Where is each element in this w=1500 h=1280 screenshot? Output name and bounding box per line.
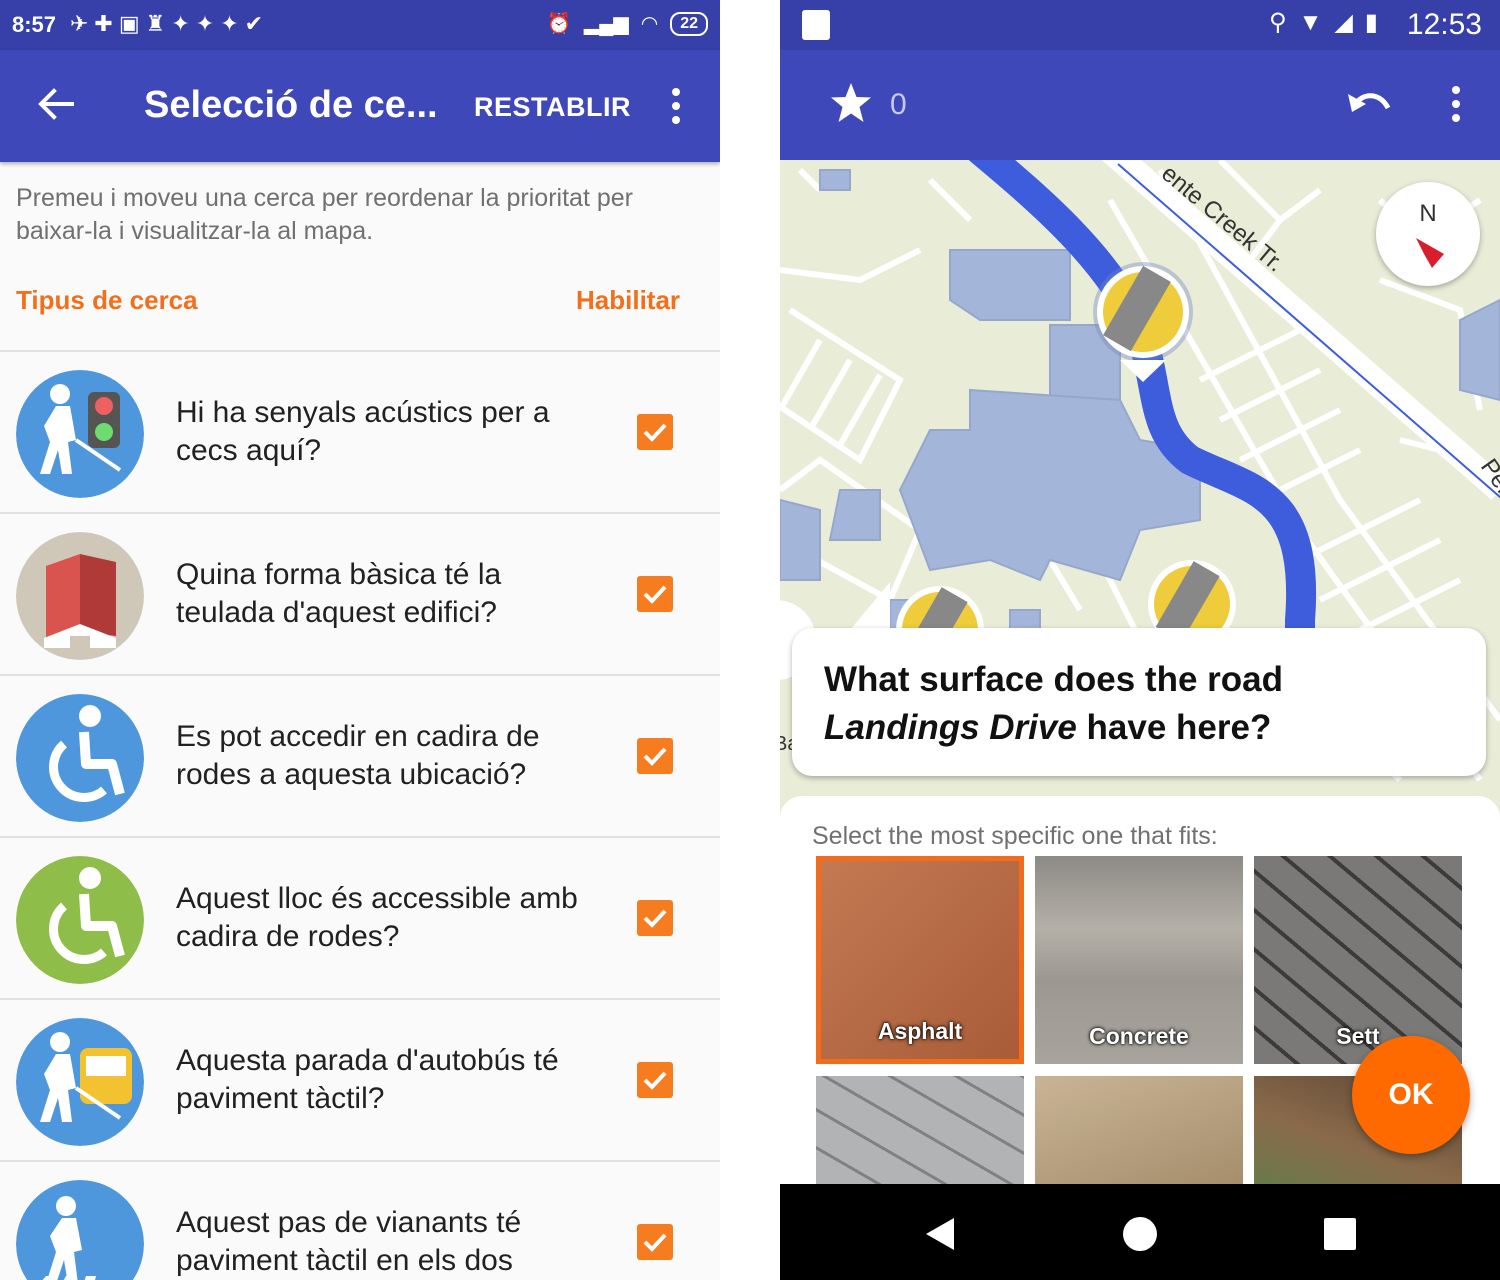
nav-recents-icon[interactable] (1320, 1214, 1360, 1254)
quest-text: Es pot accedir en cadira de rodes a aque… (176, 720, 540, 791)
blind-traffic-light-icon (16, 370, 144, 498)
status-bar: 8:57 ✈✚▣♜✦✦✦✔ ⏰ ▂▄▆ ◠ 22 (0, 0, 720, 50)
question-tail: have here? (1076, 708, 1272, 747)
ok-button[interactable]: OK (1352, 1036, 1470, 1154)
enable-checkbox[interactable] (637, 576, 673, 612)
quest-text: Aquesta parada d'autobús té paviment tàc… (176, 1044, 559, 1115)
wheelchair-blue-icon (16, 694, 144, 822)
instructions-text: Premeu i moveu una cerca per reordenar l… (16, 184, 633, 245)
quest-row[interactable]: Hi ha senyals acústics per a cecs aquí? (0, 350, 720, 512)
sd-card-icon (802, 10, 830, 40)
back-arrow-icon[interactable] (32, 80, 80, 128)
road-name: Landings Drive (824, 708, 1077, 747)
enable-checkbox[interactable] (637, 900, 673, 936)
question-line-1: What surface does the road (824, 660, 1283, 699)
status-time: 12:53 (1406, 8, 1482, 41)
quest-list: Hi ha senyals acústics per a cecs aquí? … (0, 350, 720, 1280)
quest-row[interactable]: Aquest lloc és accessible amb cadira de … (0, 836, 720, 998)
system-nav-bar (780, 1184, 1500, 1280)
more-vert-icon[interactable] (664, 86, 688, 126)
surface-option-asphalt[interactable]: Asphalt (816, 856, 1024, 1064)
notification-icons: ✈✚▣♜✦✦✦✔ (70, 11, 270, 36)
quest-selection-screen: 8:57 ✈✚▣♜✦✦✦✔ ⏰ ▂▄▆ ◠ 22 Selecció de ce.… (0, 0, 720, 1280)
signal-icon: ▂▄▆ (583, 13, 629, 35)
quest-row[interactable]: Es pot accedir en cadira de rodes a aque… (0, 674, 720, 836)
surface-option-label: Asphalt (877, 1018, 963, 1044)
surface-option-paving-stones[interactable] (816, 1076, 1024, 1184)
surface-option-label: Concrete (1089, 1023, 1189, 1049)
surface-option-gravel[interactable] (1035, 1076, 1243, 1184)
nav-back-icon[interactable] (922, 1214, 962, 1254)
compass-arrow-icon (1416, 238, 1444, 268)
battery-icon: 22 (670, 11, 708, 36)
system-icons: ⏰ ▂▄▆ ◠ 22 (547, 11, 708, 36)
alarm-icon: ⏰ (546, 13, 572, 35)
enable-checkbox[interactable] (637, 738, 673, 774)
app-bar: 0 (780, 50, 1500, 160)
star-icon[interactable] (828, 80, 874, 126)
quest-text: Aquest pas de vianants té paviment tàcti… (176, 1206, 522, 1277)
answered-count: 0 (890, 88, 907, 121)
question-line-2: Landings Drive have here? (824, 708, 1271, 748)
quest-text: Quina forma bàsica té la teulada d'aques… (176, 558, 502, 629)
quest-text: Hi ha senyals acústics per a cecs aquí? (176, 396, 550, 467)
compass-button[interactable]: N (1376, 182, 1480, 286)
status-time: 8:57 (12, 12, 57, 37)
undo-icon[interactable] (1346, 84, 1394, 124)
quest-row[interactable]: Aquest pas de vianants té paviment tàcti… (0, 1160, 720, 1280)
status-bar: ⚲▼◢▮ 12:53 (780, 0, 1500, 50)
blind-crosswalk-icon (16, 1180, 144, 1280)
more-vert-icon[interactable] (1444, 84, 1468, 124)
wheelchair-green-icon (16, 856, 144, 984)
blind-bus-stop-icon (16, 1018, 144, 1146)
surface-option-concrete[interactable]: Concrete (1035, 856, 1243, 1064)
quest-row[interactable]: Aquesta parada d'autobús té paviment tàc… (0, 998, 720, 1160)
system-icons: ⚲▼◢▮ (1269, 9, 1390, 36)
quest-answer-screen: ⚲▼◢▮ 12:53 0 ente Creek Tr. Per B N What… (780, 0, 1500, 1280)
nav-home-icon[interactable] (1120, 1214, 1160, 1254)
quest-text: Aquest lloc és accessible amb cadira de … (176, 882, 578, 953)
column-header-enable: Habilitar (576, 285, 681, 315)
roof-shape-icon (16, 532, 144, 660)
enable-checkbox[interactable] (637, 414, 673, 450)
enable-checkbox[interactable] (637, 1062, 673, 1098)
column-header-type: Tipus de cerca (16, 285, 198, 315)
answer-instruction: Select the most specific one that fits: (812, 822, 1218, 850)
wifi-icon: ◠ (640, 13, 659, 35)
surface-option-sett[interactable]: Sett (1254, 856, 1462, 1064)
reset-button[interactable]: RESTABLIR (474, 92, 631, 123)
page-title: Selecció de ce... (144, 84, 438, 126)
app-bar: Selecció de ce... RESTABLIR (0, 50, 720, 162)
enable-checkbox[interactable] (637, 1224, 673, 1260)
question-bubble: What surface does the road Landings Driv… (792, 628, 1486, 776)
quest-row[interactable]: Quina forma bàsica té la teulada d'aques… (0, 512, 720, 674)
